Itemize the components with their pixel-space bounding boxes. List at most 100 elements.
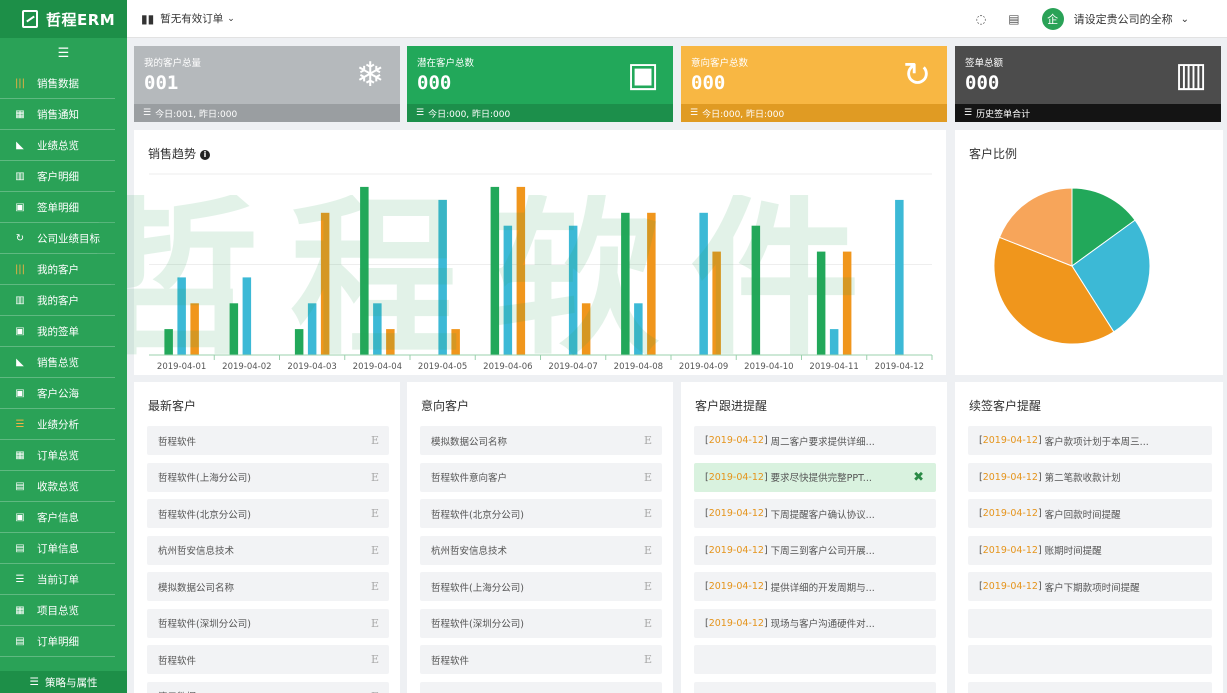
list-item[interactable]: [ 2019-04-12 ] 下周三到客户公司开展... xyxy=(694,535,936,565)
stat-card[interactable]: 我的客户总量 001 ❄ ☰ 今日:001, 昨日:000 xyxy=(134,46,400,122)
avatar[interactable]: 企 xyxy=(1041,8,1064,30)
bar[interactable] xyxy=(842,251,852,355)
list-item[interactable]: [ 2019-04-12 ] 周二客户要求提供详细... xyxy=(694,426,936,455)
list-item[interactable]: 哲程软件 E xyxy=(420,645,662,674)
list-item[interactable]: 哲程软件 E xyxy=(147,426,389,455)
bar[interactable] xyxy=(190,303,199,355)
list-item[interactable]: [ 2019-04-12 ] 现场与客户沟通硬件对... xyxy=(694,608,936,638)
sidebar-item[interactable]: ▦ 销售通知 xyxy=(0,99,115,130)
edit-icon[interactable]: E xyxy=(644,580,652,593)
list-item[interactable]: 演示数据 E xyxy=(147,681,389,693)
edit-icon[interactable]: E xyxy=(644,617,652,630)
list-item[interactable]: 哲程软件(深圳分公司) E xyxy=(420,608,662,638)
list-item[interactable]: [ 2019-04-12 ] 下周提醒客户确认协议... xyxy=(694,499,936,528)
bar[interactable] xyxy=(451,329,460,355)
list-item[interactable] xyxy=(968,645,1212,674)
list-item[interactable]: [ 2019-04-12 ] 客户回款时间提醒 xyxy=(968,499,1212,528)
stat-card[interactable]: 潜在客户总数 000 ▣ ☰ 今日:000, 昨日:000 xyxy=(407,46,673,122)
bar[interactable] xyxy=(438,199,447,355)
list-item[interactable]: 哲程软件(上海分公司) E xyxy=(147,462,389,492)
list-item[interactable]: 模拟数据公司名称 E xyxy=(147,572,389,601)
edit-icon[interactable]: E xyxy=(644,507,652,520)
list-item[interactable] xyxy=(420,681,662,693)
bar[interactable] xyxy=(751,225,761,355)
list-item[interactable] xyxy=(968,608,1212,638)
list-item[interactable]: [ 2019-04-12 ] 要求尽快提供完整PPT... ✖ xyxy=(694,462,936,492)
bar[interactable] xyxy=(320,212,330,355)
bar[interactable] xyxy=(516,186,526,355)
bar[interactable] xyxy=(621,212,630,355)
list-item[interactable]: 模拟数据公司名称 E xyxy=(420,426,662,455)
sidebar-item[interactable]: ▥ 客户明细 xyxy=(0,161,115,192)
stat-card[interactable]: 意向客户总数 000 ↻ ☰ 今日:000, 昨日:000 xyxy=(681,46,947,122)
bar[interactable] xyxy=(386,329,395,355)
bar[interactable] xyxy=(816,251,826,355)
edit-icon[interactable]: E xyxy=(371,690,379,693)
list-item[interactable]: 哲程软件 E xyxy=(147,645,389,674)
list-item[interactable] xyxy=(694,645,936,674)
bar[interactable] xyxy=(177,277,186,355)
sidebar-item[interactable]: ◣ 销售总览 xyxy=(0,347,115,378)
edit-icon[interactable]: E xyxy=(644,434,652,447)
close-icon[interactable]: ✖ xyxy=(913,470,924,485)
bar[interactable] xyxy=(164,329,173,355)
list-item[interactable]: 杭州哲安信息技术 E xyxy=(147,535,389,565)
bar[interactable] xyxy=(360,186,369,355)
edit-icon[interactable]: E xyxy=(644,653,652,666)
edit-icon[interactable]: E xyxy=(371,617,379,630)
stat-card[interactable]: 签单总额 000 ▥ ☰ 历史签单合计 xyxy=(955,46,1221,122)
menu-toggle-button[interactable]: ☰ xyxy=(0,38,127,68)
bar[interactable] xyxy=(294,329,304,355)
chat-icon[interactable]: ◌ xyxy=(976,12,986,26)
list-item[interactable] xyxy=(694,681,936,693)
sidebar-item[interactable]: ▣ 签单明细 xyxy=(0,192,115,223)
bar[interactable] xyxy=(229,303,239,355)
edit-icon[interactable]: E xyxy=(371,434,379,447)
sidebar-item[interactable]: ▤ 订单信息 xyxy=(0,533,115,564)
list-item[interactable]: [ 2019-04-12 ] 客户款项计划于本周三... xyxy=(968,426,1212,455)
sidebar-item[interactable]: ▥ 我的客户 xyxy=(0,285,115,316)
bar[interactable] xyxy=(307,303,317,355)
bar[interactable] xyxy=(634,303,643,355)
bar[interactable] xyxy=(568,225,578,355)
sidebar-item[interactable]: ▣ 客户公海 xyxy=(0,378,115,409)
sidebar-item[interactable]: ▦ 订单总览 xyxy=(0,440,115,471)
document-icon[interactable]: ▤ xyxy=(1008,12,1019,26)
bar[interactable] xyxy=(503,225,513,355)
bar[interactable] xyxy=(490,186,500,355)
sidebar-item[interactable]: ▤ 收款总览 xyxy=(0,471,115,502)
bar[interactable] xyxy=(712,251,721,355)
app-logo[interactable]: 哲程ERM xyxy=(0,0,127,38)
list-item[interactable]: [ 2019-04-12 ] 提供详细的开发周期与... xyxy=(694,572,936,601)
list-item[interactable]: 哲程软件(上海分公司) E xyxy=(420,572,662,601)
sidebar-item[interactable]: ▣ 我的签单 xyxy=(0,316,115,347)
sidebar-item[interactable]: ☰ 业绩分析 xyxy=(0,409,115,440)
edit-icon[interactable]: E xyxy=(644,544,652,557)
company-name-link[interactable]: 请设定贵公司的全称 xyxy=(1074,11,1173,27)
list-item[interactable]: [ 2019-04-12 ] 账期时间提醒 xyxy=(968,535,1212,565)
list-item[interactable] xyxy=(968,681,1212,693)
bar[interactable] xyxy=(242,277,252,355)
list-item[interactable]: 哲程软件(深圳分公司) E xyxy=(147,608,389,638)
bar[interactable] xyxy=(581,303,591,355)
edit-icon[interactable]: E xyxy=(371,653,379,666)
bar[interactable] xyxy=(895,199,904,355)
bar[interactable] xyxy=(647,212,656,355)
orders-dropdown[interactable]: ▮▮ 暂无有效订单 ⌄ xyxy=(141,11,235,26)
bar[interactable] xyxy=(373,303,382,355)
list-item[interactable]: [ 2019-04-12 ] 客户下期款项时间提醒 xyxy=(968,572,1212,601)
sidebar-item[interactable]: ||| 我的客户 xyxy=(0,254,115,285)
edit-icon[interactable]: E xyxy=(371,507,379,520)
chevron-down-icon[interactable]: ⌄ xyxy=(1181,14,1189,25)
list-item[interactable]: [ 2019-04-12 ] 第二笔款收款计划 xyxy=(968,462,1212,492)
sidebar-bottom-link[interactable]: ☰ 策略与属性 xyxy=(0,671,127,693)
sidebar-item[interactable]: ↻ 公司业绩目标 xyxy=(0,223,115,254)
edit-icon[interactable]: E xyxy=(371,471,379,484)
list-item[interactable]: 哲程软件(北京分公司) E xyxy=(420,499,662,528)
list-item[interactable]: 哲程软件意向客户 E xyxy=(420,462,662,492)
edit-icon[interactable]: E xyxy=(371,580,379,593)
list-item[interactable]: 哲程软件(北京分公司) E xyxy=(147,499,389,528)
bar[interactable] xyxy=(699,212,708,355)
sidebar-item[interactable]: ▣ 客户信息 xyxy=(0,502,115,533)
sidebar-item[interactable]: ☰ 当前订单 xyxy=(0,564,115,595)
